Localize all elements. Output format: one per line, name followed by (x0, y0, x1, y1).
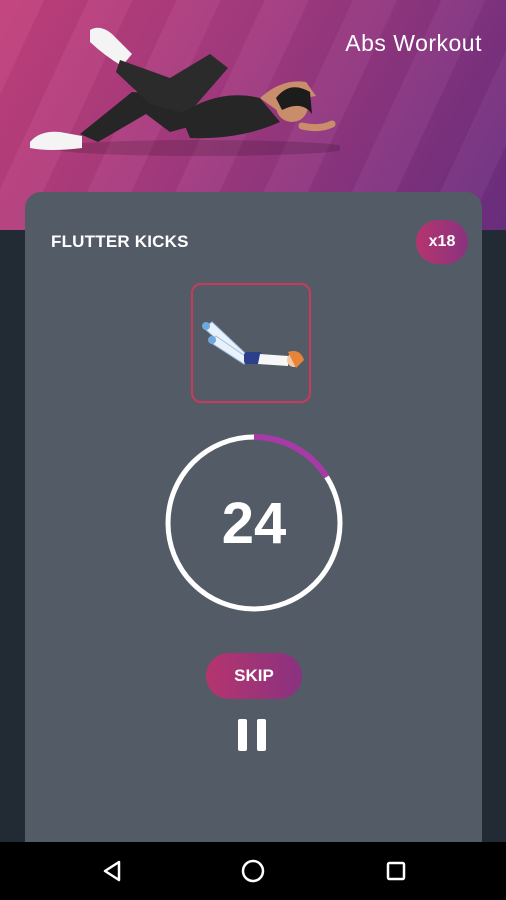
page-title: Abs Workout (345, 30, 482, 56)
home-circle-icon (241, 859, 265, 883)
back-triangle-icon (103, 860, 121, 882)
nav-recents-button[interactable] (366, 842, 426, 900)
flutter-kicks-illustration (202, 321, 304, 368)
reps-badge: x18 (416, 220, 468, 264)
countdown-value: 24 (221, 490, 287, 556)
exercise-thumbnail (191, 283, 311, 403)
system-navigation-bar (0, 842, 506, 900)
nav-home-button[interactable] (223, 842, 283, 900)
pause-button[interactable] (238, 719, 266, 753)
pause-icon-bar-right (257, 719, 266, 751)
nav-back-button[interactable] (82, 842, 142, 900)
pause-icon-bar-left (238, 719, 247, 751)
exercise-name: FLUTTER KICKS (51, 232, 189, 251)
hero-workout-illustration (30, 27, 340, 156)
exercise-card: FLUTTER KICKS x18 24 SKIP (25, 192, 482, 852)
skip-button[interactable]: SKIP (206, 653, 302, 699)
recents-square-icon (386, 861, 406, 881)
